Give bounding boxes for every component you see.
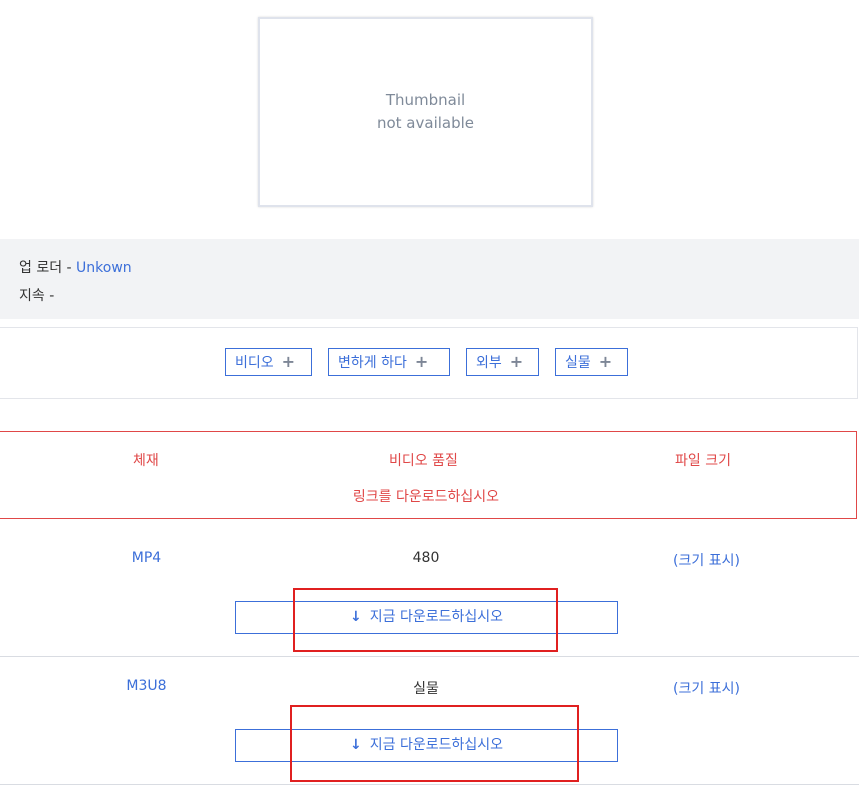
quality-cell: 실물 xyxy=(413,681,439,697)
plus-icon: + xyxy=(414,352,429,371)
format-cell: M3U8 xyxy=(126,678,167,694)
tab-convert[interactable]: 변하게 하다 + xyxy=(328,348,450,376)
plus-icon: + xyxy=(509,352,524,371)
header-subtitle: 링크를 다운로드하십시오 xyxy=(352,489,500,505)
highlight-box xyxy=(290,705,579,782)
duration-row: 지속 - xyxy=(19,288,55,304)
uploader-label: 업 로더 - xyxy=(19,260,77,276)
tab-label: 실물 xyxy=(565,355,591,371)
uploader-row: 업 로더 - Unkown xyxy=(19,257,132,277)
thumbnail-text-line2: not available xyxy=(376,114,475,132)
quality-cell: 480 xyxy=(412,550,440,566)
highlight-box xyxy=(293,588,558,652)
format-cell: MP4 xyxy=(131,550,162,566)
uploader-link[interactable]: Unkown xyxy=(76,260,132,276)
size-link[interactable]: (크기 표시) xyxy=(600,550,813,570)
header-size: 파일 크기 xyxy=(675,453,731,469)
tab-label: 외부 xyxy=(476,355,502,371)
header-quality: 비디오 품질 xyxy=(389,453,458,469)
tab-live[interactable]: 실물 + xyxy=(555,348,628,376)
tab-label: 비디오 xyxy=(235,355,274,371)
plus-icon: + xyxy=(598,352,613,371)
thumbnail-text-line1: Thumbnail xyxy=(385,91,466,109)
tab-video[interactable]: 비디오 + xyxy=(225,348,312,376)
size-link[interactable]: (크기 표시) xyxy=(600,678,813,698)
video-thumbnail: Thumbnail not available xyxy=(258,17,593,207)
video-info-panel: 업 로더 - Unkown 지속 - xyxy=(0,239,859,319)
header-format: 체재 xyxy=(133,453,159,469)
plus-icon: + xyxy=(281,352,296,371)
download-table-header: 체재 비디오 품질 파일 크기 링크를 다운로드하십시오 xyxy=(0,431,857,519)
format-tabs: 비디오 + 변하게 하다 + 외부 + 실물 + xyxy=(0,327,858,399)
tab-external[interactable]: 외부 + xyxy=(466,348,539,376)
tab-label: 변하게 하다 xyxy=(338,355,407,371)
